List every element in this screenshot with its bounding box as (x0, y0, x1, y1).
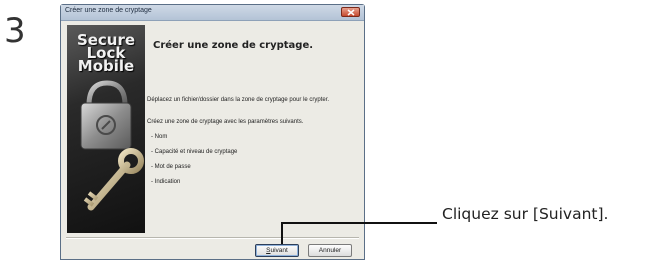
instruction-move-file: Déplacez un fichier/dossier dans la zone… (147, 97, 330, 103)
instruction-create-zone: Créez une zone de cryptage avec les para… (147, 119, 304, 125)
parameter-password: - Mot de passe (151, 164, 191, 170)
dialog-titlebar[interactable]: Créer une zone de cryptage (61, 5, 364, 21)
parameter-capacity-level: - Capacité et niveau de cryptage (151, 149, 238, 155)
dialog-title: Créer une zone de cryptage (65, 7, 152, 14)
product-banner: Secure Lock Mobile (67, 25, 145, 233)
callout-leader-horizontal (281, 222, 437, 224)
step-number: 3 (4, 11, 26, 51)
parameter-name: - Nom (151, 134, 168, 140)
next-button[interactable]: Suivant (255, 244, 299, 257)
callout-leader-vertical (281, 224, 283, 244)
close-icon (347, 9, 355, 16)
dialog-heading: Créer une zone de cryptage. (153, 40, 314, 51)
callout-instruction: Cliquez sur [Suivant]. (442, 205, 609, 223)
cancel-button[interactable]: Annuler (308, 244, 352, 257)
banner-logo: Secure Lock Mobile (76, 31, 136, 75)
parameter-hint: - Indication (151, 179, 181, 185)
padlock-and-key-illustration (80, 80, 144, 211)
button-separator (66, 237, 359, 239)
close-button[interactable] (341, 7, 360, 17)
